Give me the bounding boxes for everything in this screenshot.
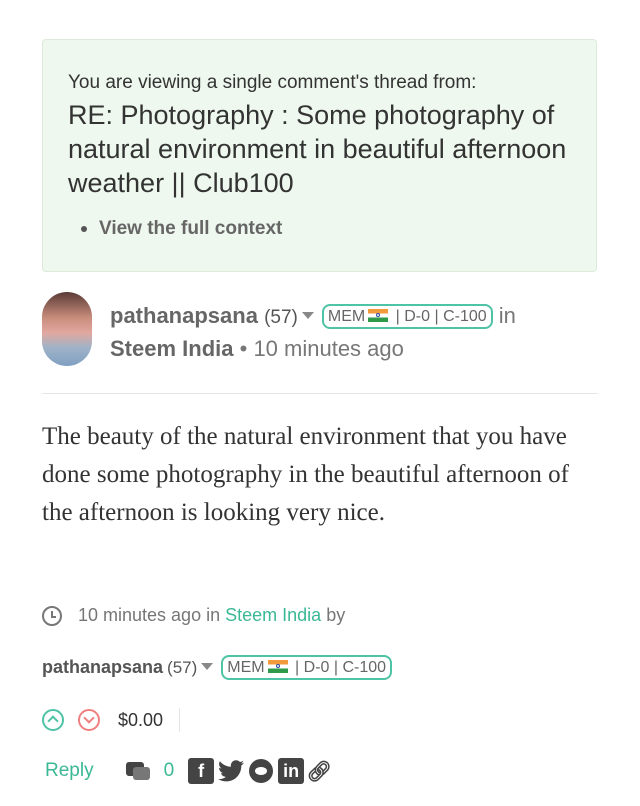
separator-dot: •: [239, 336, 248, 361]
meta-in-word: in: [206, 605, 221, 625]
comment-actions: Reply 0 f in 🔗︎: [45, 758, 334, 784]
india-flag-icon: [267, 660, 288, 673]
link-icon[interactable]: 🔗︎: [306, 758, 331, 784]
byline-author[interactable]: pathanapsana: [42, 657, 163, 678]
byline-reputation: (57): [167, 657, 198, 677]
author-badge: MEM | D-0 | C-100: [321, 304, 493, 329]
facebook-icon[interactable]: f: [188, 758, 215, 784]
byline: pathanapsana (57) MEM | D-0 | C-100: [42, 655, 393, 680]
author-reputation: (57): [264, 307, 298, 328]
parent-post-title[interactable]: RE: Photography : Some photography of na…: [68, 98, 578, 200]
reddit-icon[interactable]: [248, 758, 274, 784]
comment-time[interactable]: 10 minutes ago: [253, 336, 403, 361]
comment-meta: 10 minutes ago in Steem India by: [42, 605, 345, 626]
reply-button[interactable]: Reply: [45, 760, 94, 782]
thread-notice-lead: You are viewing a single comment's threa…: [68, 72, 477, 93]
chevron-down-icon[interactable]: [201, 662, 214, 670]
bullet-icon: [81, 226, 87, 232]
payout-value[interactable]: $0.00: [118, 710, 163, 731]
meta-by-word: by: [326, 605, 346, 625]
chevron-down-icon[interactable]: [301, 312, 314, 320]
view-full-context-link[interactable]: View the full context: [99, 218, 282, 240]
author-name[interactable]: pathanapsana: [110, 303, 258, 328]
comment-header: pathanapsana (57) MEM | D-0 | C-100 in: [110, 300, 516, 334]
comment-body: The beauty of the natural environment th…: [42, 423, 569, 526]
avatar[interactable]: [42, 292, 92, 366]
linkedin-icon[interactable]: in: [278, 758, 305, 784]
comment-header-line2: Steem India • 10 minutes ago: [110, 333, 404, 365]
vote-divider: [179, 708, 181, 732]
comments-icon[interactable]: [125, 761, 150, 781]
thread-notice: You are viewing a single comment's threa…: [42, 39, 597, 272]
downvote-icon[interactable]: [78, 709, 100, 731]
meta-time: 10 minutes ago: [78, 605, 202, 625]
clock-icon: [42, 605, 62, 626]
full-context-item: View the full context: [81, 218, 282, 240]
vote-bar: $0.00: [42, 708, 181, 732]
upvote-icon[interactable]: [42, 709, 64, 731]
twitter-icon[interactable]: [218, 758, 245, 784]
meta-community-link[interactable]: Steem India: [225, 605, 321, 626]
byline-badge: MEM | D-0 | C-100: [221, 655, 393, 680]
comment-count[interactable]: 0: [164, 760, 175, 782]
in-word: in: [498, 303, 516, 328]
community-link[interactable]: Steem India: [110, 336, 233, 361]
divider: [42, 393, 598, 394]
india-flag-icon: [368, 309, 389, 322]
